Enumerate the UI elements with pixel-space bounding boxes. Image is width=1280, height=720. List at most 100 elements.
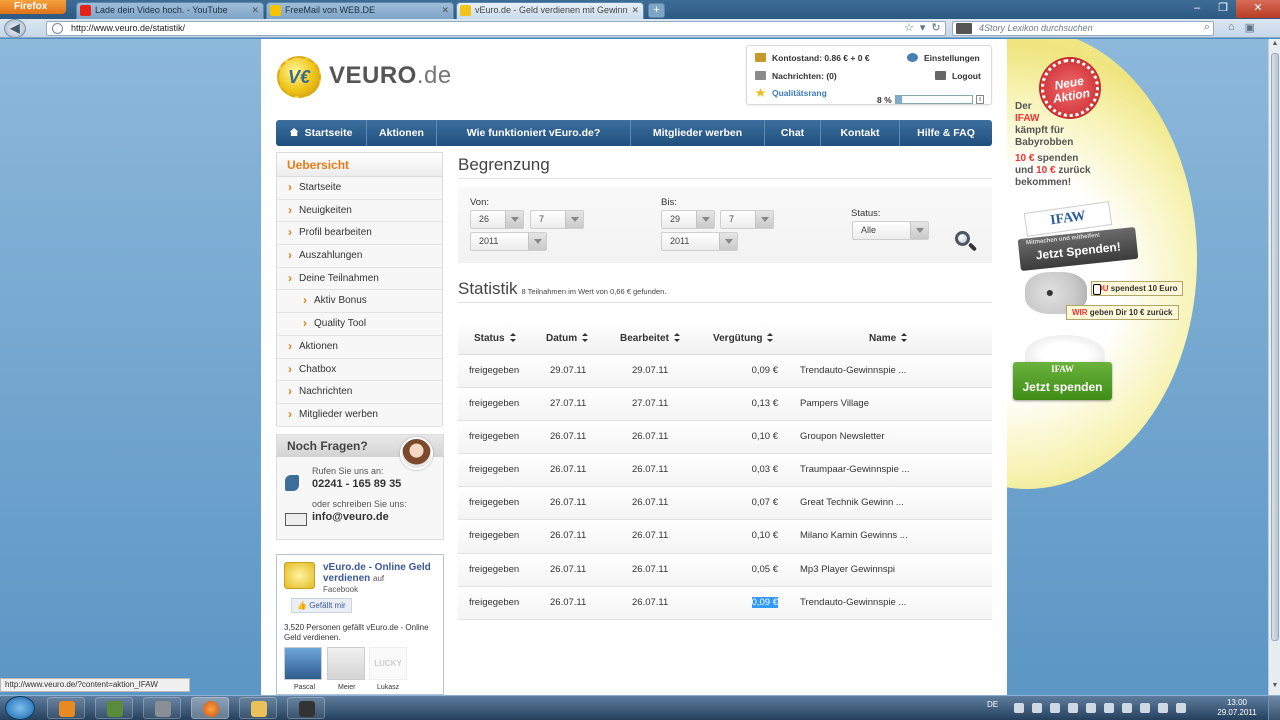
from-month-select[interactable]: 7 xyxy=(530,210,584,229)
sort-icon[interactable] xyxy=(767,333,774,342)
nav-aktionen[interactable]: Aktionen xyxy=(367,120,437,146)
cell-name[interactable]: Trendauto-Gewinnspie ... xyxy=(800,587,906,619)
sidebar-item-chatbox[interactable]: Chatbox xyxy=(277,358,442,382)
site-identity-icon[interactable] xyxy=(52,23,63,34)
volume-icon[interactable] xyxy=(1176,703,1186,713)
support-email[interactable]: info@veuro.de xyxy=(312,511,389,523)
close-window-icon[interactable]: ✕ xyxy=(1236,0,1280,18)
from-day-select[interactable]: 26 xyxy=(470,210,524,229)
fan-avatar[interactable] xyxy=(284,647,322,680)
close-tab-icon[interactable]: ✕ xyxy=(251,3,259,18)
taskbar-media-player[interactable] xyxy=(47,697,85,719)
search-engine-icon[interactable] xyxy=(956,23,972,34)
info-icon[interactable]: i xyxy=(976,95,984,104)
dropdown-icon[interactable]: ▾ xyxy=(920,21,926,34)
new-tab-button[interactable]: + xyxy=(648,3,665,18)
nav-kontakt[interactable]: Kontakt xyxy=(821,120,900,146)
addon-icon[interactable]: ▣ xyxy=(1245,21,1255,34)
column-datum[interactable]: Datum xyxy=(546,322,589,355)
firefox-menu-button[interactable]: Firefox xyxy=(0,0,66,14)
cell-name[interactable]: Great Technik Gewinn ... xyxy=(800,487,904,519)
nav-startseite[interactable]: Startseite xyxy=(276,120,367,146)
reload-icon[interactable]: ↻ xyxy=(931,21,940,34)
tab-veuro[interactable]: vEuro.de - Geld verdienen mit Gewinn ✕ xyxy=(456,2,644,19)
sidebar-item-profil[interactable]: Profil bearbeiten xyxy=(277,221,442,246)
from-year-select[interactable]: 2011 xyxy=(470,232,547,251)
cell-name[interactable]: Mp3 Player Gewinnspi xyxy=(800,554,895,586)
network-icon[interactable] xyxy=(1140,703,1150,713)
tray-icon[interactable] xyxy=(1068,703,1078,713)
sidebar-item-auszahlungen[interactable]: Auszahlungen xyxy=(277,244,442,268)
quality-row[interactable]: Qualitätsrang xyxy=(755,87,827,99)
minimize-icon[interactable]: – xyxy=(1184,0,1210,18)
cell-name[interactable]: Traumpaar-Gewinnspie ... xyxy=(800,454,909,486)
messages-row[interactable]: Nachrichten: (0) xyxy=(755,70,837,82)
flag-icon[interactable] xyxy=(1158,703,1168,713)
show-desktop-button[interactable] xyxy=(1268,696,1280,720)
back-button[interactable]: ◀ xyxy=(4,19,26,38)
scroll-up-icon[interactable]: ▲ xyxy=(1270,40,1280,52)
close-tab-icon[interactable]: ✕ xyxy=(631,3,639,18)
url-bar[interactable]: http://www.veuro.de/statistik/ xyxy=(46,21,946,36)
sidebar-item-mitglieder-werben[interactable]: Mitglieder werben xyxy=(277,403,442,427)
tab-webde[interactable]: FreeMail von WEB.DE ✕ xyxy=(266,2,454,19)
column-verguetung[interactable]: Vergütung xyxy=(713,322,774,355)
to-month-select[interactable]: 7 xyxy=(720,210,774,229)
facebook-like-button[interactable]: 👍 Gefällt mir xyxy=(291,598,352,613)
sort-icon[interactable] xyxy=(582,333,589,342)
tray-icon[interactable] xyxy=(1104,703,1114,713)
sidebar-item-teilnahmen[interactable]: Deine Teilnahmen xyxy=(277,267,442,291)
maximize-icon[interactable]: ❐ xyxy=(1210,0,1236,18)
taskbar-explorer[interactable] xyxy=(239,697,277,719)
language-indicator[interactable]: DE xyxy=(987,700,998,709)
fan-name[interactable]: Meier xyxy=(338,684,356,691)
nav-hilfe-faq[interactable]: Hilfe & FAQ xyxy=(900,120,992,146)
fan-avatar[interactable] xyxy=(327,647,365,680)
close-tab-icon[interactable]: ✕ xyxy=(441,3,449,18)
nav-mitglieder-werben[interactable]: Mitglieder werben xyxy=(631,120,765,146)
status-select[interactable]: Alle xyxy=(852,221,929,240)
sort-icon[interactable] xyxy=(673,333,681,342)
tray-icon[interactable] xyxy=(1014,703,1024,713)
search-bar[interactable]: 4Story Lexikon durchsuchen ⌕ xyxy=(952,21,1214,36)
site-logo[interactable]: V€ VEURO.de xyxy=(277,54,457,100)
column-bearbeitet[interactable]: Bearbeitet xyxy=(620,322,681,355)
cell-name[interactable]: Trendauto-Gewinnspie ... xyxy=(800,355,906,387)
bookmark-star-icon[interactable]: ☆ xyxy=(904,21,914,34)
taskbar-app[interactable] xyxy=(143,697,181,719)
scrollbar-thumb[interactable] xyxy=(1271,53,1279,641)
donate-button[interactable]: IFAW Jetzt spenden xyxy=(1013,362,1112,400)
page-scrollbar[interactable]: ▲ ▼ xyxy=(1268,39,1280,695)
sidebar-item-quality-tool[interactable]: Quality Tool xyxy=(277,312,442,336)
search-icon[interactable]: ⌕ xyxy=(1204,21,1210,34)
ifaw-advertisement[interactable]: Neue Aktion Der IFAW kämpft für Babyrobb… xyxy=(1007,39,1268,489)
fan-name[interactable]: Pascal xyxy=(294,684,315,691)
to-day-select[interactable]: 29 xyxy=(661,210,715,229)
nav-wie-funktioniert[interactable]: Wie funktioniert vEuro.de? xyxy=(437,120,631,146)
sort-icon[interactable] xyxy=(901,333,908,342)
tab-youtube[interactable]: Lade dein Video hoch. - YouTube ✕ xyxy=(76,2,264,19)
start-button[interactable] xyxy=(5,696,35,720)
fan-name[interactable]: Lukasz xyxy=(377,684,399,691)
sidebar-item-neuigkeiten[interactable]: Neuigkeiten xyxy=(277,199,442,223)
logout-link[interactable]: Logout xyxy=(935,70,981,82)
taskbar-firefox[interactable] xyxy=(191,697,229,719)
search-icon[interactable] xyxy=(955,231,978,253)
cell-name[interactable]: Milano Kamin Gewinns ... xyxy=(800,520,908,552)
column-status[interactable]: Status xyxy=(474,322,517,355)
sidebar-item-aktionen[interactable]: Aktionen xyxy=(277,335,442,359)
cell-name[interactable]: Pampers Village xyxy=(800,388,869,420)
veuro-page-logo[interactable] xyxy=(284,562,315,589)
scroll-down-icon[interactable]: ▼ xyxy=(1270,682,1280,694)
sidebar-item-aktiv-bonus[interactable]: Aktiv Bonus xyxy=(277,289,442,314)
nav-chat[interactable]: Chat xyxy=(765,120,821,146)
cell-name[interactable]: Groupon Newsletter xyxy=(800,421,884,453)
facebook-page-name[interactable]: vEuro.de - Online Geld verdienen auf xyxy=(323,562,441,584)
sort-icon[interactable] xyxy=(509,333,517,342)
taskbar-recorder[interactable] xyxy=(287,697,325,719)
taskbar-minecraft[interactable] xyxy=(95,697,133,719)
tray-icon[interactable] xyxy=(1086,703,1096,713)
tray-icon[interactable] xyxy=(1050,703,1060,713)
settings-link[interactable]: Einstellungen xyxy=(907,52,980,64)
tray-icon[interactable] xyxy=(1032,703,1042,713)
